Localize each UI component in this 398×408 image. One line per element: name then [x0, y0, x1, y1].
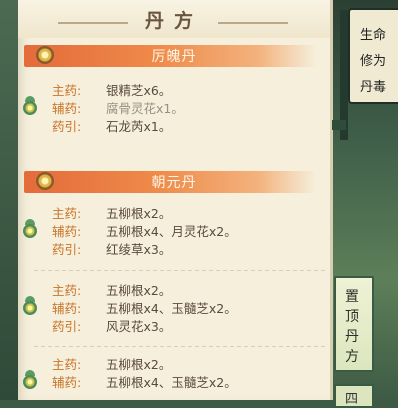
side-button-2[interactable]: 四 — [334, 384, 374, 408]
ingredient-key: 主药: — [52, 206, 82, 221]
pin-recipe-button[interactable]: 置 顶 丹 方 — [334, 276, 374, 372]
ingredient-value: 五柳根x4、玉髓芝x2。 — [106, 375, 237, 390]
panel-title: 丹方 — [144, 10, 203, 32]
ingredient-key: 药引: — [52, 319, 82, 334]
ingredient-key: 辅药: — [52, 101, 82, 116]
recipe-ingredients-1: 主药: 银精芝x6。 辅药: 腐骨灵花x1。 药引: 石龙芮x1。 — [18, 82, 330, 136]
pin-button-char: 顶 — [345, 309, 359, 325]
recipe-ingredients-2b: 主药: 五柳根x2。 辅药: 五柳根x4、玉髓芝x2。 药引: 风灵花x3。 — [18, 282, 330, 336]
ingredient-row: 药引: 石龙芮x1。 — [18, 118, 330, 136]
panel-tab — [332, 120, 346, 130]
recipe-name: 厉魄丹 — [151, 49, 197, 65]
ingredient-value: 腐骨灵花x1。 — [106, 101, 184, 116]
divider — [34, 346, 326, 347]
ingredient-row: 主药: 五柳根x2。 — [18, 282, 330, 300]
pin-button-char: 置 — [345, 289, 359, 305]
recipe-banner-1[interactable]: 厉魄丹 — [18, 42, 330, 70]
ingredient-value: 风灵花x3。 — [106, 319, 172, 334]
ingredient-row: 主药: 银精芝x6。 — [18, 82, 330, 100]
ingredient-row[interactable]: 辅药: 腐骨灵花x1。 — [18, 96, 330, 118]
side-button-2-label: 四 — [345, 392, 359, 407]
status-box: 生命 修为 丹毒 — [348, 8, 398, 104]
ingredient-key: 辅药: — [52, 224, 82, 239]
ingredient-row: 药引: 红绫草x3。 — [18, 241, 330, 259]
herb-icon[interactable] — [22, 96, 38, 116]
herb-icon[interactable] — [22, 296, 38, 316]
ingredient-value: 五柳根x2。 — [106, 283, 172, 298]
ingredient-key: 药引: — [52, 242, 82, 257]
pin-button-char: 丹 — [345, 329, 359, 345]
herb-icon[interactable] — [22, 370, 38, 390]
recipe-panel: 丹方 厉魄丹 主药: 银精芝x6。 辅药: 腐骨灵花x1。 药引: 石龙芮x1。… — [18, 0, 333, 400]
ingredient-row: 主药: 五柳根x2。 — [18, 356, 330, 374]
ingredient-value: 石龙芮x1。 — [106, 119, 172, 134]
ingredient-value: 五柳根x4、玉髓芝x2。 — [106, 301, 237, 316]
herb-icon[interactable] — [22, 219, 38, 239]
ingredient-key: 主药: — [52, 283, 82, 298]
divider — [34, 270, 326, 271]
ingredient-value: 五柳根x2。 — [106, 357, 172, 372]
ingredient-row[interactable]: 辅药: 五柳根x4、月灵花x2。 — [18, 219, 330, 241]
ingredient-row[interactable]: 辅药: 五柳根x4、玉髓芝x2。 — [18, 370, 330, 392]
ingredient-key: 辅药: — [52, 375, 82, 390]
ingredient-value: 红绫草x3。 — [106, 242, 172, 257]
background-left — [0, 0, 20, 400]
status-cultivation-label: 修为 — [360, 54, 387, 69]
ingredient-value: 五柳根x4、月灵花x2。 — [106, 224, 237, 239]
ingredient-key: 主药: — [52, 357, 82, 372]
recipe-ingredients-2a: 主药: 五柳根x2。 辅药: 五柳根x4、月灵花x2。 药引: 红绫草x3。 — [18, 205, 330, 259]
recipe-name: 朝元丹 — [151, 175, 197, 191]
ingredient-key: 主药: — [52, 83, 82, 98]
ingredient-row[interactable]: 辅药: 五柳根x4、玉髓芝x2。 — [18, 296, 330, 318]
status-hp-label: 生命 — [360, 28, 387, 43]
ingredient-value: 银精芝x6。 — [106, 83, 172, 98]
panel-header: 丹方 — [18, 0, 330, 38]
pin-button-char: 方 — [345, 349, 359, 365]
ingredient-row: 主药: 五柳根x2。 — [18, 205, 330, 223]
ingredient-row: 药引: 风灵花x3。 — [18, 318, 330, 336]
recipe-ingredients-2c: 主药: 五柳根x2。 辅药: 五柳根x4、玉髓芝x2。 — [18, 356, 330, 392]
ingredient-value: 五柳根x2。 — [106, 206, 172, 221]
status-toxicity-label: 丹毒 — [360, 80, 387, 95]
ingredient-key: 辅药: — [52, 301, 82, 316]
recipe-banner-2[interactable]: 朝元丹 — [18, 168, 330, 196]
ingredient-key: 药引: — [52, 119, 82, 134]
